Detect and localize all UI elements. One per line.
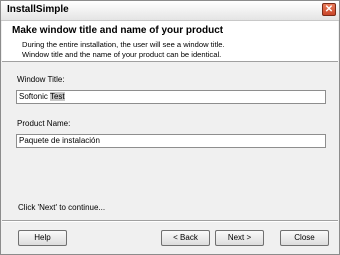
close-window-button[interactable]: ✕	[322, 3, 336, 16]
window-title-value: Softonic	[19, 92, 50, 101]
window-title: InstallSimple	[7, 4, 69, 15]
status-text: Click 'Next' to continue...	[18, 203, 106, 212]
window-title-input[interactable]: Softonic Test	[16, 90, 326, 104]
help-button[interactable]: Help	[18, 230, 67, 246]
product-name-label: Product Name:	[17, 119, 71, 128]
header-description: During the entire installation, the user…	[22, 40, 225, 60]
close-icon: ✕	[324, 4, 334, 15]
window-title-selected-text: Test	[49, 92, 65, 101]
title-bar: InstallSimple ✕	[1, 1, 339, 21]
header-desc-line-1: During the entire installation, the user…	[22, 40, 225, 49]
close-button[interactable]: Close	[280, 230, 329, 246]
header-title: Make window title and name of your produ…	[12, 25, 224, 36]
next-button[interactable]: Next >	[215, 230, 264, 246]
product-name-value: Paquete de instalación	[19, 136, 100, 145]
product-name-input[interactable]: Paquete de instalación	[16, 134, 326, 148]
footer-divider	[2, 220, 338, 222]
window-title-label: Window Title:	[17, 75, 65, 84]
wizard-header: Make window title and name of your produ…	[2, 21, 338, 62]
header-desc-line-2: Window title and the name of your produc…	[22, 50, 222, 59]
installer-window: InstallSimple ✕ Make window title and na…	[0, 0, 340, 255]
back-button[interactable]: < Back	[161, 230, 210, 246]
